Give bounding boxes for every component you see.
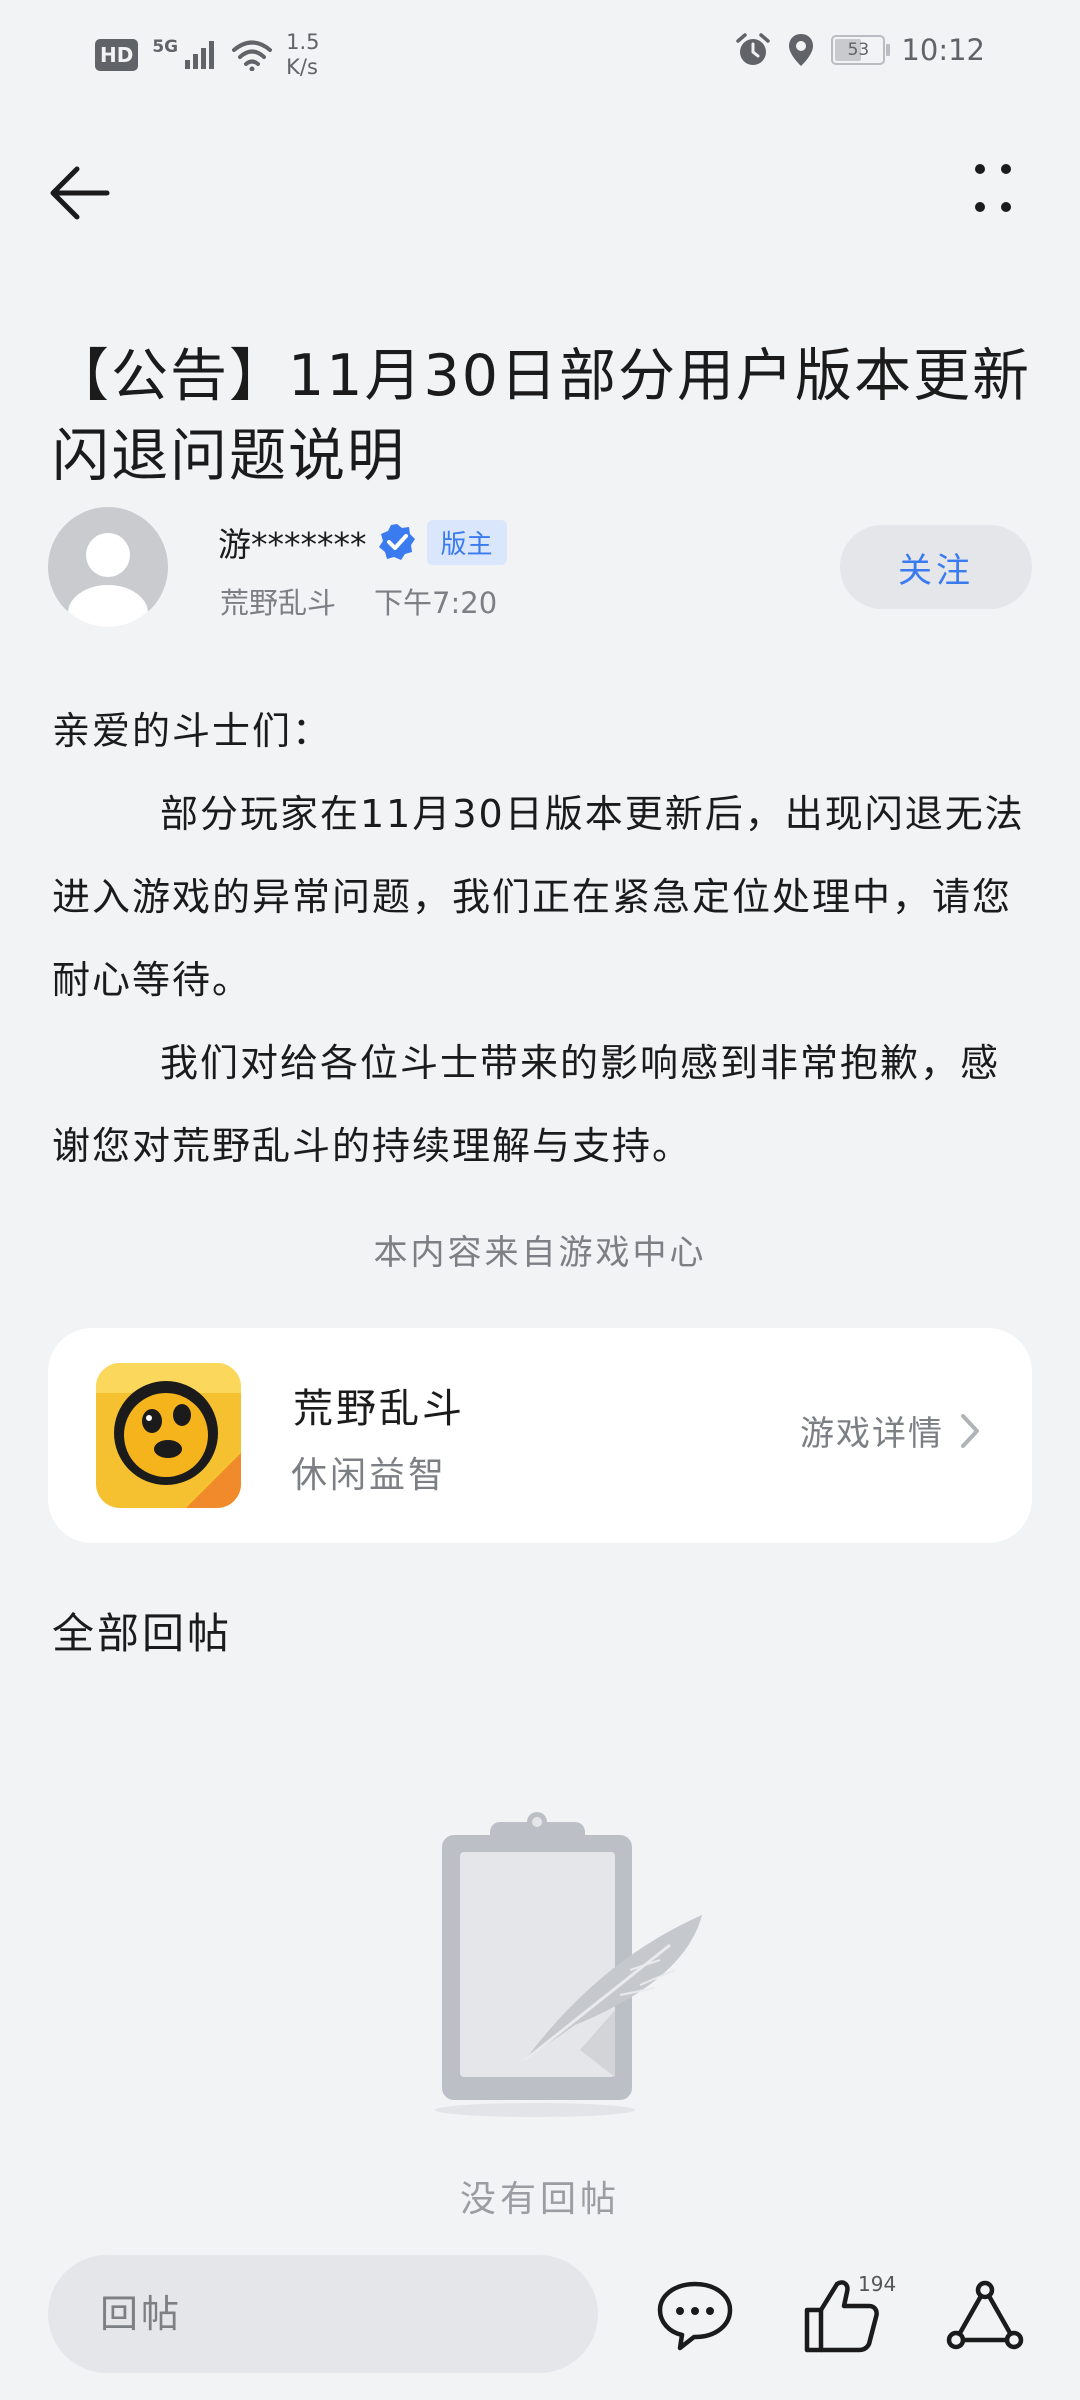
more-icon xyxy=(975,164,1011,212)
post-body: 亲爱的斗士们： 部分玩家在11月30日版本更新后，出现闪退无法进入游戏的异常问题… xyxy=(52,690,1032,1188)
hd-indicator: HD xyxy=(95,39,139,71)
default-avatar-icon xyxy=(68,533,148,627)
signal-icon xyxy=(185,41,215,69)
reply-input[interactable] xyxy=(48,2255,598,2373)
author-meta: 荒野乱斗 下午7:20 xyxy=(220,580,497,622)
more-options-button[interactable] xyxy=(960,155,1040,235)
post-time: 下午7:20 xyxy=(374,586,498,620)
post-greeting: 亲爱的斗士们： xyxy=(52,709,333,753)
empty-clipboard-icon xyxy=(435,1812,702,2117)
empty-replies-text: 没有回帖 xyxy=(459,2179,620,2220)
game-detail-link[interactable]: 游戏详情 xyxy=(800,1406,982,1455)
share-icon xyxy=(946,2280,1024,2350)
game-card[interactable]: 荒野乱斗 休闲益智 游戏详情 xyxy=(48,1328,1032,1543)
status-left: HD 5G 1.5 K/s xyxy=(95,30,320,80)
battery-icon: 53 xyxy=(831,35,891,65)
source-note: 本内容来自游戏中心 xyxy=(373,1233,707,1273)
network-type: 5G xyxy=(152,37,179,57)
post-title: 【公告】11月30日部分用户版本更新闪退问题说明 xyxy=(52,343,1032,490)
forum-name: 荒野乱斗 xyxy=(220,586,337,620)
game-detail-label: 游戏详情 xyxy=(800,1414,944,1454)
verified-icon xyxy=(378,524,415,560)
share-button[interactable] xyxy=(940,2270,1030,2360)
post-paragraph: 我们对给各位斗士带来的影响感到非常抱歉，感谢您对荒野乱斗的持续理解与支持。 xyxy=(52,1041,1001,1168)
chevron-right-icon xyxy=(961,1413,979,1448)
post-paragraph: 部分玩家在11月30日版本更新后，出现闪退无法进入游戏的异常问题，我们正在紧急定… xyxy=(52,792,1025,1002)
replies-section-title: 全部回帖 xyxy=(52,1609,233,1658)
game-logo-icon xyxy=(96,1363,241,1508)
follow-button[interactable]: 关注 xyxy=(840,525,1032,609)
clock: 10:12 xyxy=(901,33,985,67)
battery-level: 53 xyxy=(847,40,870,60)
status-bar: HD 5G 1.5 K/s 53 10:12 xyxy=(0,0,1080,110)
game-name: 荒野乱斗 xyxy=(293,1386,465,1432)
like-count: 194 xyxy=(858,2272,897,2296)
alarm-icon xyxy=(736,33,771,65)
back-button[interactable] xyxy=(45,155,125,235)
comment-button[interactable] xyxy=(650,2270,740,2360)
location-icon xyxy=(789,34,814,66)
status-right: 53 10:12 xyxy=(735,32,985,68)
comment-icon xyxy=(657,2281,733,2351)
network-speed: 1.5 K/s xyxy=(286,30,319,80)
avatar[interactable] xyxy=(48,507,168,627)
back-arrow-icon xyxy=(50,166,110,220)
speed-unit: K/s xyxy=(286,55,318,79)
moderator-badge: 版主 xyxy=(426,519,507,565)
author-name[interactable]: 游******* xyxy=(218,518,367,566)
author-name-row: 游******* 版主 xyxy=(218,518,507,566)
speed-value: 1.5 xyxy=(286,30,320,54)
wifi-icon xyxy=(232,40,273,71)
game-genre: 休闲益智 xyxy=(291,1455,448,1496)
